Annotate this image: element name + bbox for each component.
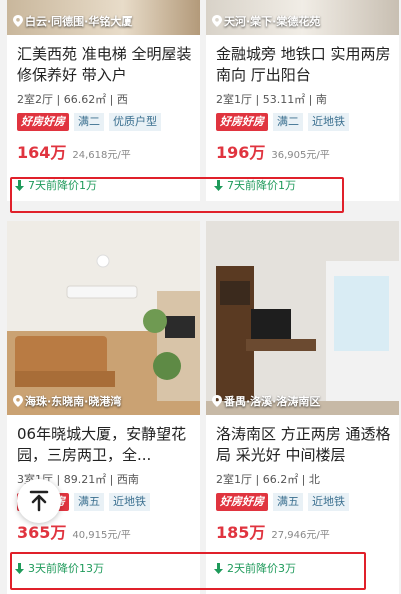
total-price: 196万 bbox=[216, 143, 266, 162]
price-drop-note: 7天前降价1万 bbox=[214, 177, 296, 193]
listing-title[interactable]: 06年晓城大厦，安静望花园，三房两卫，全... bbox=[17, 424, 192, 466]
listing-photo[interactable]: 番禺·洛溪·洛涛南区 bbox=[206, 221, 399, 415]
listing-info: 2室2厅 | 66.62㎡ | 西 bbox=[17, 93, 128, 106]
location-label: 白云·同德围·华铭大厦 bbox=[13, 13, 132, 29]
listing-info: 2室1厅 | 66.2㎡ | 北 bbox=[216, 473, 320, 486]
arrow-down-icon bbox=[15, 179, 24, 191]
price-drop-note: 2天前降价3万 bbox=[214, 560, 296, 576]
back-to-top-button[interactable] bbox=[17, 479, 61, 523]
room-illustration bbox=[7, 221, 200, 415]
tag: 近地铁 bbox=[109, 493, 150, 511]
listing-card[interactable]: 白云·同德围·华铭大厦 汇美西苑 准电梯 全明屋装修保养好 带入户 2室2厅 |… bbox=[7, 0, 200, 201]
tag: 近地铁 bbox=[308, 113, 349, 131]
tag: 优质户型 bbox=[109, 113, 161, 131]
price-drop-note: 3天前降价13万 bbox=[15, 560, 104, 576]
location-label: 海珠·东晓南·晓港湾 bbox=[13, 393, 121, 409]
arrow-down-icon bbox=[15, 562, 24, 574]
location-label: 番禺·洛溪·洛涛南区 bbox=[212, 393, 320, 409]
listing-card[interactable]: 天河·棠下·棠德花苑 金融城旁 地铁口 实用两房 南向 厅出阳台 2室1厅 | … bbox=[206, 0, 399, 201]
price-row: 164万 24,618元/平 bbox=[17, 139, 190, 163]
listing-photo[interactable]: 海珠·东晓南·晓港湾 bbox=[7, 221, 200, 415]
total-price: 164万 bbox=[17, 143, 67, 162]
tag: 满五 bbox=[273, 493, 303, 511]
room-illustration bbox=[206, 221, 399, 415]
arrow-up-icon bbox=[29, 490, 49, 512]
tag: 近地铁 bbox=[308, 493, 349, 511]
hot-listing-badge: 好房好房 bbox=[216, 113, 268, 131]
tag: 满二 bbox=[74, 113, 104, 131]
unit-price: 36,905元/平 bbox=[271, 150, 330, 161]
tag: 满五 bbox=[74, 493, 104, 511]
arrow-down-icon bbox=[214, 179, 223, 191]
tag-list: 好房好房 满二 近地铁 bbox=[216, 113, 389, 131]
tag-list: 好房好房 满五 近地铁 bbox=[216, 493, 389, 511]
arrow-down-icon bbox=[214, 562, 223, 574]
price-row: 185万 27,946元/平 bbox=[216, 519, 389, 543]
listing-title[interactable]: 汇美西苑 准电梯 全明屋装修保养好 带入户 bbox=[17, 44, 192, 86]
location-pin-icon bbox=[13, 15, 23, 27]
tag: 满二 bbox=[273, 113, 303, 131]
location-pin-icon bbox=[212, 15, 222, 27]
tag-list: 好房好房 满二 优质户型 bbox=[17, 113, 190, 131]
listing-title[interactable]: 金融城旁 地铁口 实用两房 南向 厅出阳台 bbox=[216, 44, 391, 86]
unit-price: 40,915元/平 bbox=[72, 530, 131, 541]
hot-listing-badge: 好房好房 bbox=[17, 113, 69, 131]
location-pin-icon bbox=[13, 395, 23, 407]
listing-photo[interactable]: 天河·棠下·棠德花苑 bbox=[206, 0, 399, 35]
price-drop-note: 7天前降价1万 bbox=[15, 177, 97, 193]
price-row: 196万 36,905元/平 bbox=[216, 139, 389, 163]
location-label: 天河·棠下·棠德花苑 bbox=[212, 13, 320, 29]
hot-listing-badge: 好房好房 bbox=[216, 493, 268, 511]
listing-photo[interactable]: 白云·同德围·华铭大厦 bbox=[7, 0, 200, 35]
total-price: 185万 bbox=[216, 523, 266, 542]
unit-price: 24,618元/平 bbox=[72, 150, 131, 161]
listing-title[interactable]: 洛涛南区 方正两房 通透格局 采光好 中间楼层 bbox=[216, 424, 391, 466]
location-pin-icon bbox=[212, 395, 222, 407]
listing-card[interactable]: 番禺·洛溪·洛涛南区 洛涛南区 方正两房 通透格局 采光好 中间楼层 2室1厅 … bbox=[206, 221, 399, 594]
listing-info: 2室1厅 | 53.11㎡ | 南 bbox=[216, 93, 327, 106]
listing-card[interactable]: 海珠·东晓南·晓港湾 06年晓城大厦，安静望花园，三房两卫，全... 3室1厅 … bbox=[7, 221, 200, 594]
unit-price: 27,946元/平 bbox=[271, 530, 330, 541]
